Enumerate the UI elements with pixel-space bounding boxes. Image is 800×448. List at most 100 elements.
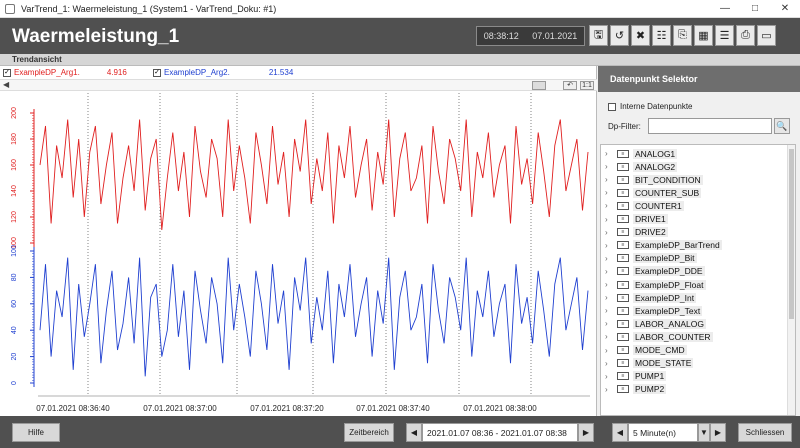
chevron-right-icon[interactable]: › — [605, 201, 615, 210]
tree-item[interactable]: › ≡ ExampleDP_Float — [601, 278, 795, 291]
save-button[interactable]: 🖫 — [589, 25, 608, 46]
zoom-box-button[interactable] — [532, 81, 546, 90]
display-button[interactable]: ▭ — [757, 25, 776, 46]
datapoint-icon: ≡ — [617, 280, 629, 289]
tree-item-label: LABOR_ANALOG — [633, 318, 706, 329]
chevron-right-icon[interactable]: › — [605, 228, 615, 237]
interval-next-button[interactable]: ▶ — [710, 423, 726, 442]
tree-item-label: COUNTER_SUB — [633, 187, 702, 198]
scale-button[interactable]: 1:1 — [580, 81, 594, 90]
tools-button[interactable]: ✖ — [631, 25, 650, 46]
tree-item[interactable]: › ≡ ExampleDP_BarTrend — [601, 239, 795, 252]
dp-filter-search-button[interactable]: 🔍 — [774, 118, 790, 134]
tree-item-label: ExampleDP_DDE — [633, 266, 705, 277]
tree-item[interactable]: › ≡ BIT_CONDITION — [601, 173, 795, 186]
chevron-right-icon[interactable]: › — [605, 188, 615, 197]
tree-item[interactable]: › ≡ PUMP1 — [601, 370, 795, 383]
legend-item[interactable]: ✓ ExampleDP_Arg1. 4.916 — [3, 68, 127, 77]
intern-checkbox[interactable] — [608, 102, 616, 111]
close-button[interactable]: Schliessen — [738, 423, 792, 442]
chevron-right-icon[interactable]: › — [605, 280, 615, 289]
scroll-left-icon[interactable]: ◀ — [3, 80, 9, 89]
tree-item-label: PUMP1 — [633, 371, 667, 382]
tree-item[interactable]: › ≡ DRIVE2 — [601, 226, 795, 239]
chevron-right-icon[interactable]: › — [605, 215, 615, 224]
legend-checkbox[interactable]: ✓ — [3, 68, 11, 77]
maximize-button[interactable]: □ — [740, 0, 770, 18]
tree-item[interactable]: › ≡ ExampleDP_Bit — [601, 252, 795, 265]
time-value: 08:38:12 — [483, 31, 519, 41]
tree-item[interactable]: › ≡ MODE_CMD — [601, 344, 795, 357]
tree-item[interactable]: › ≡ ExampleDP_Text — [601, 304, 795, 317]
legend-checkbox[interactable]: ✓ — [153, 68, 161, 77]
settings-button[interactable]: ▦ — [694, 25, 713, 46]
tree-item[interactable]: › ≡ DRIVE1 — [601, 213, 795, 226]
window-titlebar: VarTrend_1: Waermeleistung_1 (System1 - … — [0, 0, 800, 18]
chevron-right-icon[interactable]: › — [605, 332, 615, 341]
tree-item[interactable]: › ≡ COUNTER_SUB — [601, 186, 795, 199]
chevron-right-icon[interactable]: › — [605, 149, 615, 158]
refresh-button[interactable]: ↺ — [610, 25, 629, 46]
maximize-icon: □ — [751, 3, 759, 14]
chevron-right-icon[interactable]: › — [605, 346, 615, 355]
chevron-right-icon[interactable]: › — [605, 175, 615, 184]
minimize-button[interactable]: — — [710, 0, 740, 18]
intern-option[interactable]: Interne Datenpunkte — [608, 102, 693, 111]
tree-item[interactable]: › ≡ LABOR_ANALOG — [601, 317, 795, 330]
time-range-field[interactable]: 2021.01.07 08:36 - 2021.01.07 08:38 — [422, 423, 578, 442]
chevron-right-icon[interactable]: › — [605, 372, 615, 381]
datapoint-icon: ≡ — [617, 201, 629, 210]
tree-item[interactable]: › ≡ LABOR_COUNTER — [601, 330, 795, 343]
print-button[interactable]: ⎙ — [736, 25, 755, 46]
y-tick-label: 160 — [11, 159, 18, 171]
legend-item[interactable]: ✓ ExampleDP_Arg2. 21.534 — [153, 68, 293, 77]
y-tick-label: 120 — [11, 211, 18, 223]
hierarchy-button[interactable]: ☷ — [652, 25, 671, 46]
chevron-right-icon[interactable]: › — [605, 293, 615, 302]
legend-name: ExampleDP_Arg1. — [14, 68, 80, 77]
chevron-right-icon[interactable]: › — [605, 254, 615, 263]
help-button[interactable]: Hilfe — [12, 423, 60, 442]
close-window-button[interactable]: ✕ — [770, 0, 800, 18]
tree-item[interactable]: › ≡ ExampleDP_Int — [601, 291, 795, 304]
chevron-right-icon[interactable]: › — [605, 306, 615, 315]
interval-dropdown-button[interactable]: ▼ — [698, 423, 710, 442]
tree-item[interactable]: › ≡ COUNTER1 — [601, 199, 795, 212]
tree-item[interactable]: › ≡ ANALOG1 — [601, 147, 795, 160]
tree-item[interactable]: › ≡ PUMP2 — [601, 383, 795, 396]
chevron-right-icon[interactable]: › — [605, 359, 615, 368]
tree-item[interactable]: › ≡ MODE_STATE — [601, 357, 795, 370]
export-button[interactable]: ⎘ — [673, 25, 692, 46]
trend-chart[interactable]: 07.01.2021 08:36:40 07.01.2021 08:37:00 07… — [0, 91, 597, 416]
tree-item-label: COUNTER1 — [633, 200, 684, 211]
interval-select[interactable]: 5 Minute(n) — [628, 423, 698, 442]
dp-filter-input[interactable] — [648, 118, 772, 134]
plot-area — [38, 93, 590, 396]
datapoint-icon: ≡ — [617, 162, 629, 171]
y-tick-label: 20 — [11, 353, 18, 361]
x-tick-label: 07.01.2021 08:37:00 — [143, 404, 217, 413]
chevron-right-icon[interactable]: › — [605, 267, 615, 276]
tree-item[interactable]: › ≡ ANALOG2 — [601, 160, 795, 173]
window-title: VarTrend_1: Waermeleistung_1 (System1 - … — [21, 3, 277, 14]
datapoint-icon: ≡ — [617, 267, 629, 276]
chevron-right-icon[interactable]: › — [605, 385, 615, 394]
chevron-right-icon[interactable]: › — [605, 162, 615, 171]
list-icon: ☰ — [719, 30, 730, 42]
tree-item-label: MODE_CMD — [633, 345, 687, 355]
chevron-right-icon[interactable]: › — [605, 241, 615, 250]
chevron-right-icon: ▶ — [582, 428, 590, 437]
chevron-right-icon[interactable]: › — [605, 319, 615, 328]
tree-item[interactable]: › ≡ ExampleDP_DDE — [601, 265, 795, 278]
datapoint-icon: ≡ — [617, 228, 629, 237]
datapoint-selector: Datenpunkt Selektor Interne Datenpunkte … — [598, 66, 800, 416]
list-button[interactable]: ☰ — [715, 25, 734, 46]
range-prev-button[interactable]: ◀ — [406, 423, 422, 442]
tree-item-label: ANALOG1 — [633, 148, 678, 159]
interval-prev-button[interactable]: ◀ — [612, 423, 628, 442]
range-next-button[interactable]: ▶ — [578, 423, 594, 442]
tree-item-label: ExampleDP_Float — [633, 279, 706, 290]
y-tick-label: 0 — [11, 381, 18, 385]
zeitbereich-button[interactable]: Zeitbereich — [344, 423, 394, 442]
undo-button[interactable]: ↶ — [563, 81, 577, 90]
